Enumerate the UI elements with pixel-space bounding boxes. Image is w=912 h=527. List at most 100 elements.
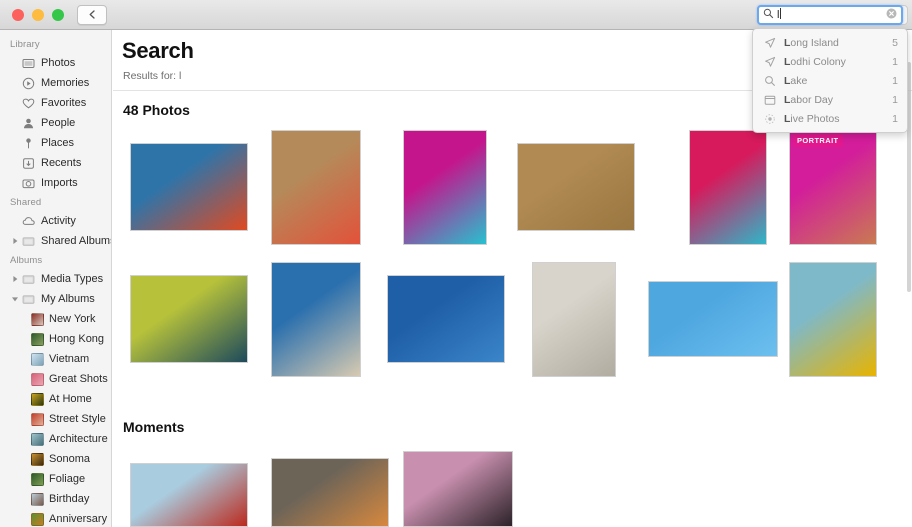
album-thumbnail [31, 512, 44, 526]
sidebar-group-header: Library [10, 39, 40, 50]
sidebar-item-favorites[interactable]: Favorites [0, 93, 111, 113]
search-icon [763, 6, 774, 24]
photo-green-float-beach[interactable] [271, 262, 361, 377]
close-button[interactable] [12, 8, 24, 21]
sidebar-album-vietnam[interactable]: Vietnam [0, 349, 111, 369]
folder-icon [21, 293, 36, 306]
sidebar-item-label: Favorites [41, 97, 87, 109]
photo-watermelon-slices[interactable] [648, 281, 778, 357]
sidebar-item-people[interactable]: People [0, 113, 111, 133]
suggestion-count: 1 [892, 112, 898, 125]
photo-sunset-silhouette[interactable] [271, 458, 389, 527]
photo-thumbnail [272, 459, 388, 526]
zoom-button[interactable] [52, 8, 64, 21]
photo-lake-swimmer-red[interactable] [130, 463, 248, 527]
sidebar-item-label: Imports [41, 177, 78, 189]
sidebar-item-media-types[interactable]: Media Types [0, 269, 111, 289]
sidebar-album-label: New York [49, 313, 96, 325]
sidebar-item-my-albums[interactable]: My Albums [0, 289, 111, 309]
disclosure-triangle-icon[interactable] [10, 295, 20, 303]
title-bar: l [0, 0, 912, 30]
text-caret [780, 8, 782, 19]
sidebar-album-hong-kong[interactable]: Hong Kong [0, 329, 111, 349]
sidebar-item-label: Activity [41, 215, 76, 227]
clear-search-button[interactable] [886, 6, 897, 24]
sidebar-album-great-shots[interactable]: Great Shots [0, 369, 111, 389]
back-chevron-icon [87, 9, 98, 20]
search-suggestion-item[interactable]: Labor Day 1 [753, 90, 907, 109]
search-suggestions-menu: Long Island 5 Lodhi Colony 1 Lake 1 Labor Day 1… [752, 28, 908, 133]
disclosure-triangle-icon[interactable] [10, 275, 20, 283]
photo-pink-wall-portrait[interactable] [403, 451, 513, 527]
photo-thumbnail [790, 131, 876, 244]
folder-icon [21, 273, 36, 286]
sidebar-item-label: Places [41, 137, 75, 149]
sidebar-item-places[interactable]: Places [0, 133, 111, 153]
sidebar-item-label: Shared Albums [41, 235, 112, 247]
sidebar-album-new-york[interactable]: New York [0, 309, 111, 329]
search-field[interactable]: l [757, 5, 903, 25]
camera-icon [21, 177, 36, 190]
sidebar-group-header: Albums [10, 255, 43, 266]
sidebar-album-birthday[interactable]: Birthday [0, 489, 111, 509]
sidebar-item-imports[interactable]: Imports [0, 173, 111, 193]
photo-striped-towel-chair[interactable] [271, 130, 361, 245]
download-icon [21, 157, 36, 170]
photo-inflatable-ring[interactable] [403, 130, 487, 245]
photo-yellow-plaid-fruit[interactable] [130, 275, 248, 363]
photos-icon [21, 57, 36, 70]
photo-thumbnail [649, 282, 777, 356]
sidebar-album-anniversary[interactable]: Anniversary [0, 509, 111, 527]
album-thumbnail [31, 332, 44, 346]
sidebar-album-street-style[interactable]: Street Style [0, 409, 111, 429]
calendar-icon [763, 94, 777, 106]
pin-icon [21, 137, 36, 150]
photo-thumbnail [272, 131, 360, 244]
sidebar-item-label: Media Types [41, 273, 104, 285]
sidebar-item-photos[interactable]: Photos [0, 53, 111, 73]
sidebar-album-label: Sonoma [49, 453, 90, 465]
photo-visor-yellow-shirt[interactable] [789, 262, 877, 377]
album-thumbnail [31, 452, 44, 466]
sidebar-item-recents[interactable]: Recents [0, 153, 111, 173]
suggestion-label: Long Island [784, 36, 839, 49]
album-thumbnail [31, 492, 44, 506]
photo-thumbnail [272, 263, 360, 376]
sidebar-album-label: Great Shots [49, 373, 108, 385]
sidebar-item-activity[interactable]: Activity [0, 211, 111, 231]
sidebar-item-memories[interactable]: Memories [0, 73, 111, 93]
back-button[interactable] [77, 4, 107, 25]
minimize-button[interactable] [32, 8, 44, 21]
search-suggestion-item[interactable]: Lake 1 [753, 71, 907, 90]
album-thumbnail [31, 412, 44, 426]
portrait-badge: PORTRAIT [793, 134, 843, 147]
disclosure-triangle-icon[interactable] [10, 237, 20, 245]
sidebar-album-sonoma[interactable]: Sonoma [0, 449, 111, 469]
sidebar-item-label: My Albums [41, 293, 95, 305]
photo-beach-portrait-red[interactable] [130, 143, 248, 231]
search-suggestion-item[interactable]: Live Photos 1 [753, 109, 907, 128]
photo-net-beachballs[interactable] [689, 130, 767, 245]
photo-polka-beach-ball[interactable] [387, 275, 505, 363]
sidebar-album-foliage[interactable]: Foliage [0, 469, 111, 489]
results-for-label: Results for: l [123, 70, 182, 82]
suggestion-label: Live Photos [784, 112, 840, 125]
photo-thumbnail [404, 452, 512, 526]
photo-sunglasses-pink[interactable]: PORTRAIT [789, 130, 877, 245]
photo-thumbnail [518, 144, 634, 230]
search-suggestion-item[interactable]: Long Island 5 [753, 33, 907, 52]
photo-walking-sand-tent[interactable] [532, 262, 616, 377]
sidebar[interactable]: Library Photos Memories Favorites People Plac… [0, 30, 112, 527]
sidebar-album-label: Architecture [49, 433, 108, 445]
sidebar-album-label: Vietnam [49, 353, 90, 365]
photo-sand-footprint[interactable] [517, 143, 635, 231]
search-area: l [757, 5, 903, 25]
sidebar-item-shared-albums[interactable]: Shared Albums [0, 231, 111, 251]
search-input[interactable]: l [777, 7, 886, 23]
heart-icon [21, 97, 36, 110]
photos-app-window: l Long Island 5 Lodhi Colony 1 Lake 1 Labor Da… [0, 0, 912, 527]
search-suggestion-item[interactable]: Lodhi Colony 1 [753, 52, 907, 71]
sidebar-album-at-home[interactable]: At Home [0, 389, 111, 409]
memories-icon [21, 77, 36, 90]
sidebar-album-architecture[interactable]: Architecture [0, 429, 111, 449]
